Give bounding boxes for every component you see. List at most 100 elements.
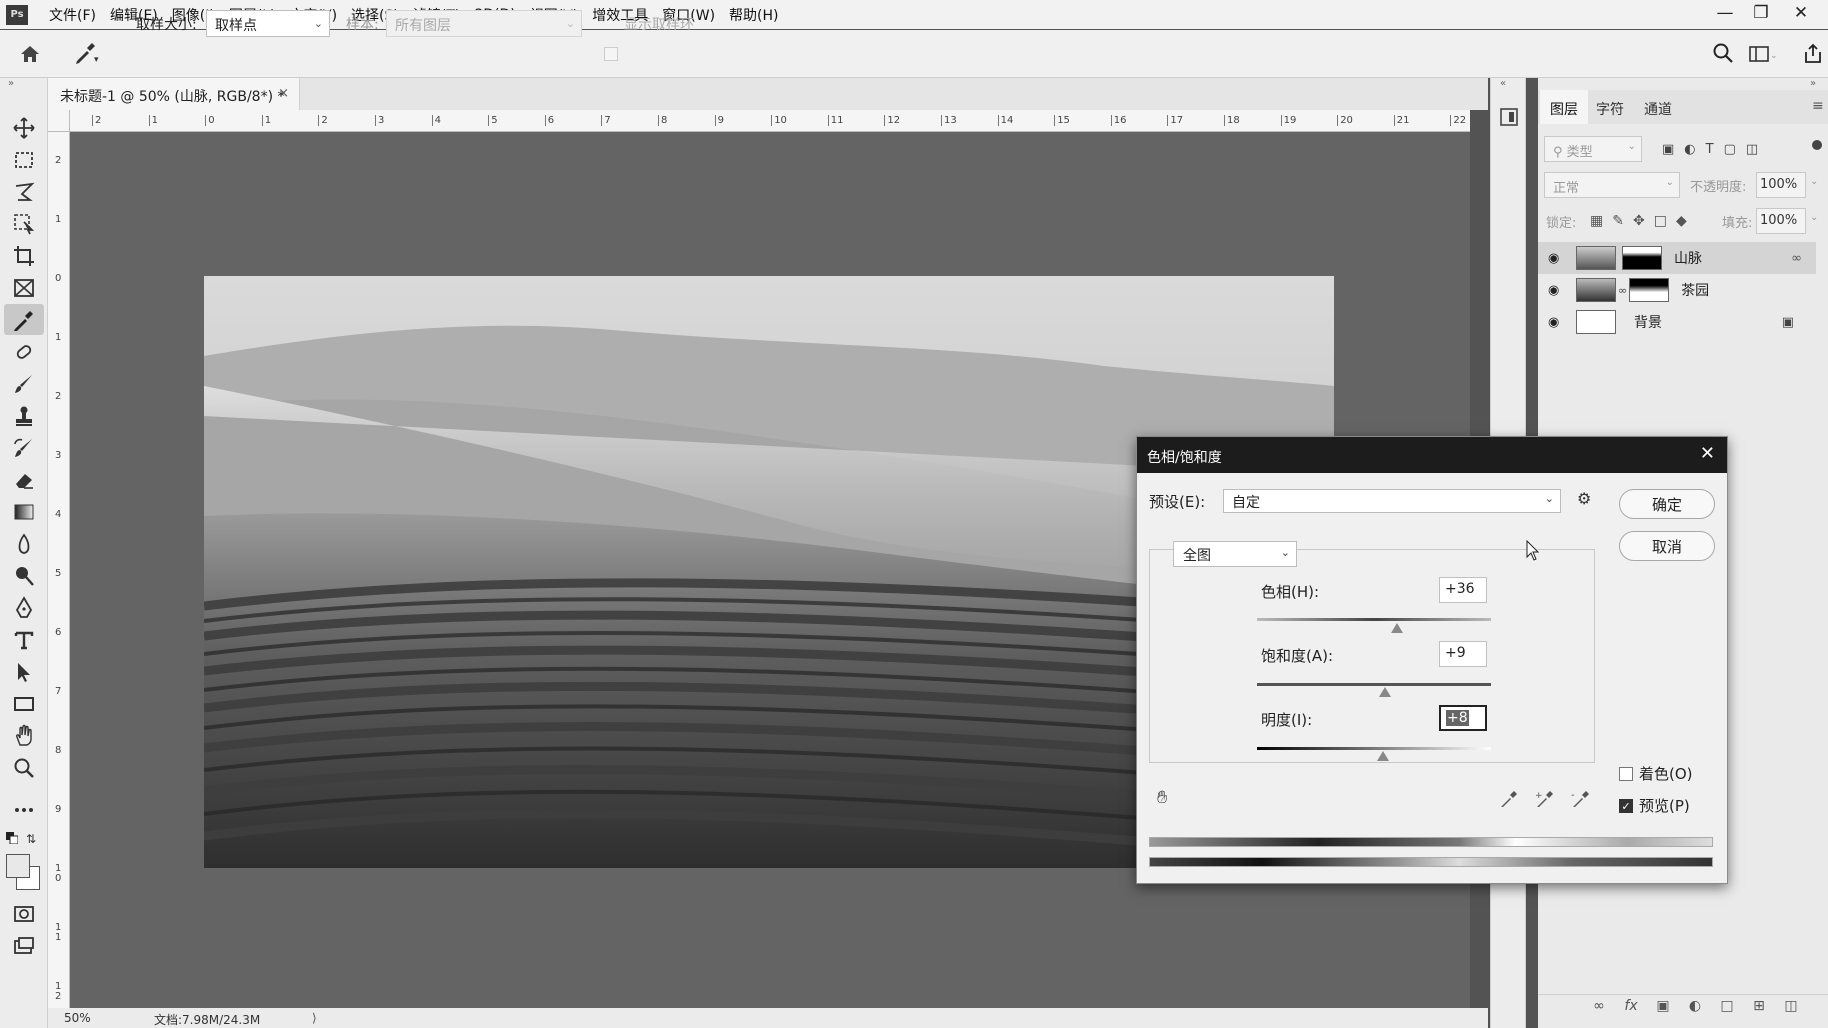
preset-gear-icon[interactable]: ⚙︎ bbox=[1577, 489, 1601, 513]
visibility-eye-icon[interactable]: ◉ bbox=[1548, 283, 1568, 298]
move-tool-icon[interactable] bbox=[4, 112, 44, 143]
workspace-icon[interactable]: ⌄ bbox=[1748, 44, 1778, 64]
hue-slider-thumb[interactable] bbox=[1391, 623, 1404, 633]
fill-input[interactable]: 100% bbox=[1756, 208, 1806, 234]
show-ring-checkbox[interactable] bbox=[604, 47, 618, 61]
swap-colors-icon[interactable]: ⇅ bbox=[26, 832, 40, 846]
blur-tool-icon[interactable] bbox=[4, 528, 44, 559]
history-brush-tool-icon[interactable] bbox=[4, 432, 44, 463]
tab-character[interactable]: 字符 bbox=[1586, 90, 1634, 124]
link-layers-icon[interactable]: ∞ bbox=[1588, 998, 1610, 1020]
home-icon[interactable] bbox=[18, 42, 42, 66]
blend-mode-select[interactable]: 正常 ⌄ bbox=[1544, 172, 1680, 198]
delete-layer-icon[interactable]: ◫ bbox=[1780, 998, 1802, 1020]
hand-tool-icon[interactable] bbox=[4, 720, 44, 751]
marquee-tool-icon[interactable] bbox=[4, 144, 44, 175]
sample-layers-select[interactable]: 所有图层 ⌄ bbox=[386, 10, 582, 37]
filter-smart-object-icon[interactable]: ◫ bbox=[1746, 142, 1758, 157]
quick-mask-icon[interactable] bbox=[4, 898, 44, 929]
status-menu-arrow-icon[interactable]: ⟩ bbox=[312, 1011, 317, 1025]
menu-file[interactable]: 文件(F) bbox=[42, 5, 103, 25]
dodge-tool-icon[interactable] bbox=[4, 560, 44, 591]
lightness-input[interactable]: +8 bbox=[1439, 705, 1487, 731]
lock-transparent-icon[interactable]: ▦ bbox=[1590, 213, 1603, 229]
screen-mode-icon[interactable] bbox=[4, 930, 44, 961]
layer-style-icon[interactable]: fx bbox=[1620, 998, 1642, 1020]
type-tool-icon[interactable] bbox=[4, 624, 44, 655]
preview-checkbox[interactable]: ✓ bbox=[1619, 799, 1633, 813]
lock-all-icon[interactable]: ◆ bbox=[1676, 213, 1687, 229]
layer-name[interactable]: 山脉 bbox=[1674, 248, 1702, 268]
dialog-title-bar[interactable]: 色相/饱和度 ✕ bbox=[1137, 437, 1727, 473]
layer-row[interactable]: ◉ ∞ 茶园 bbox=[1538, 274, 1816, 306]
menu-help[interactable]: 帮助(H) bbox=[722, 5, 785, 25]
history-panel-icon[interactable] bbox=[1498, 106, 1520, 128]
ok-button[interactable]: 确定 bbox=[1619, 489, 1715, 519]
rectangle-tool-icon[interactable] bbox=[4, 688, 44, 719]
add-mask-icon[interactable]: ▣ bbox=[1652, 998, 1674, 1020]
share-icon[interactable] bbox=[1802, 42, 1824, 64]
lightness-slider-track[interactable] bbox=[1257, 747, 1491, 750]
hue-slider-track[interactable] bbox=[1257, 618, 1491, 621]
eyedropper-icon[interactable] bbox=[1499, 789, 1519, 809]
filter-pixel-icon[interactable]: ▣ bbox=[1662, 142, 1674, 157]
saturation-slider-track[interactable] bbox=[1257, 683, 1491, 686]
preview-label[interactable]: 预览(P) bbox=[1639, 795, 1690, 816]
visibility-eye-icon[interactable]: ◉ bbox=[1548, 251, 1568, 266]
mask-link-icon[interactable]: ∞ bbox=[1618, 284, 1627, 297]
more-tools-icon[interactable] bbox=[4, 794, 44, 825]
new-adjustment-icon[interactable]: ◐ bbox=[1684, 998, 1706, 1020]
panel-menu-icon[interactable]: ≡ bbox=[1812, 98, 1824, 114]
gradient-tool-icon[interactable] bbox=[4, 496, 44, 527]
cancel-button[interactable]: 取消 bbox=[1619, 531, 1715, 561]
layer-mask-thumbnail[interactable] bbox=[1629, 278, 1670, 302]
eyedropper-minus-icon[interactable]: - bbox=[1571, 789, 1591, 809]
eyedropper-tool-icon[interactable] bbox=[4, 304, 44, 335]
lock-paint-icon[interactable]: ✎ bbox=[1612, 213, 1624, 229]
restore-icon[interactable]: ❐ bbox=[1744, 0, 1778, 26]
expand-panels-icon[interactable]: « bbox=[1500, 78, 1506, 89]
new-layer-icon[interactable]: ⊞ bbox=[1748, 998, 1770, 1020]
stamp-tool-icon[interactable] bbox=[4, 400, 44, 431]
tab-channels[interactable]: 通道 bbox=[1634, 90, 1682, 124]
visibility-eye-icon[interactable]: ◉ bbox=[1548, 315, 1568, 330]
eyedropper-tool-preset-icon[interactable]: ▾ bbox=[72, 40, 100, 66]
filter-toggle-icon[interactable] bbox=[1812, 140, 1822, 150]
brush-tool-icon[interactable] bbox=[4, 368, 44, 399]
layer-mask-thumbnail[interactable] bbox=[1622, 246, 1662, 270]
channel-select[interactable]: 全图 ⌄ bbox=[1173, 541, 1297, 567]
saturation-slider-thumb[interactable] bbox=[1378, 687, 1391, 697]
filter-type-icon[interactable]: T bbox=[1706, 142, 1714, 157]
healing-brush-tool-icon[interactable] bbox=[4, 336, 44, 367]
zoom-tool-icon[interactable] bbox=[4, 752, 44, 783]
path-select-tool-icon[interactable] bbox=[4, 656, 44, 687]
tab-layers[interactable]: 图层 bbox=[1540, 90, 1588, 124]
eyedropper-plus-icon[interactable]: + bbox=[1535, 789, 1555, 809]
foreground-color-swatch[interactable] bbox=[6, 854, 30, 878]
preset-select[interactable]: 自定 ⌄ bbox=[1223, 489, 1561, 513]
layer-name[interactable]: 背景 bbox=[1634, 312, 1662, 332]
lasso-tool-icon[interactable] bbox=[4, 176, 44, 207]
layer-filter-select[interactable]: ⚲ 类型 ⌄ bbox=[1544, 136, 1642, 162]
collapse-panel-icon[interactable]: » bbox=[1810, 78, 1816, 89]
minimize-icon[interactable]: — bbox=[1708, 0, 1742, 26]
sample-size-select[interactable]: 取样点 ⌄ bbox=[206, 10, 330, 37]
lock-position-icon[interactable]: ✥ bbox=[1633, 213, 1645, 229]
layer-row[interactable]: ◉ 背景 ▣ bbox=[1538, 306, 1816, 338]
new-group-icon[interactable]: □ bbox=[1716, 998, 1738, 1020]
close-tab-icon[interactable]: × bbox=[278, 86, 289, 101]
collapse-tools-icon[interactable]: » bbox=[8, 78, 14, 89]
object-select-tool-icon[interactable] bbox=[4, 208, 44, 239]
zoom-level[interactable]: 50% bbox=[64, 1011, 91, 1025]
crop-tool-icon[interactable] bbox=[4, 240, 44, 271]
eraser-tool-icon[interactable] bbox=[4, 464, 44, 495]
colorize-checkbox[interactable] bbox=[1619, 767, 1633, 781]
close-window-icon[interactable]: ✕ bbox=[1784, 0, 1818, 26]
targeted-adjustment-hand-icon[interactable]: ✋︎ bbox=[1157, 787, 1181, 811]
pen-tool-icon[interactable] bbox=[4, 592, 44, 623]
close-dialog-icon[interactable]: ✕ bbox=[1700, 443, 1715, 464]
saturation-input[interactable]: +9 bbox=[1439, 641, 1487, 667]
document-tab[interactable]: 未标题-1 @ 50% (山脉, RGB/8*) * × bbox=[48, 78, 300, 110]
opacity-input[interactable]: 100% bbox=[1756, 172, 1806, 198]
lock-artboard-icon[interactable]: □ bbox=[1654, 213, 1667, 229]
